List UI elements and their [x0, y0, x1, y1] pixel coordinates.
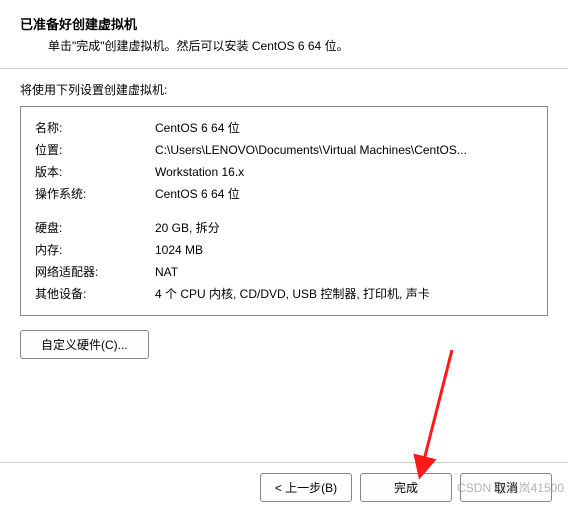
summary-row-other: 其他设备: 4 个 CPU 内核, CD/DVD, USB 控制器, 打印机, …	[35, 283, 533, 305]
summary-value: 20 GB, 拆分	[155, 217, 533, 239]
summary-value: Workstation 16.x	[155, 161, 533, 183]
summary-row-memory: 内存: 1024 MB	[35, 239, 533, 261]
summary-label: 名称:	[35, 117, 155, 139]
summary-value: NAT	[155, 261, 533, 283]
summary-row-name: 名称: CentOS 6 64 位	[35, 117, 533, 139]
wizard-footer: < 上一步(B) 完成 取消	[0, 462, 568, 512]
wizard-subtitle: 单击"完成"创建虚拟机。然后可以安装 CentOS 6 64 位。	[20, 33, 548, 54]
summary-row-network: 网络适配器: NAT	[35, 261, 533, 283]
summary-row-location: 位置: C:\Users\LENOVO\Documents\Virtual Ma…	[35, 139, 533, 161]
summary-value: C:\Users\LENOVO\Documents\Virtual Machin…	[155, 139, 533, 161]
summary-value: CentOS 6 64 位	[155, 183, 533, 205]
wizard-header: 已准备好创建虚拟机 单击"完成"创建虚拟机。然后可以安装 CentOS 6 64…	[0, 0, 568, 62]
summary-value: 1024 MB	[155, 239, 533, 261]
summary-label: 位置:	[35, 139, 155, 161]
settings-intro-label: 将使用下列设置创建虚拟机:	[0, 69, 568, 106]
summary-row-os: 操作系统: CentOS 6 64 位	[35, 183, 533, 205]
summary-row-version: 版本: Workstation 16.x	[35, 161, 533, 183]
customize-hardware-button[interactable]: 自定义硬件(C)...	[20, 330, 149, 359]
wizard-title: 已准备好创建虚拟机	[20, 14, 548, 33]
summary-label: 其他设备:	[35, 283, 155, 305]
summary-label: 网络适配器:	[35, 261, 155, 283]
finish-button[interactable]: 完成	[360, 473, 452, 502]
summary-row-disk: 硬盘: 20 GB, 拆分	[35, 217, 533, 239]
back-button[interactable]: < 上一步(B)	[260, 473, 352, 502]
cancel-button[interactable]: 取消	[460, 473, 552, 502]
summary-label: 操作系统:	[35, 183, 155, 205]
summary-value: CentOS 6 64 位	[155, 117, 533, 139]
summary-label: 硬盘:	[35, 217, 155, 239]
summary-value: 4 个 CPU 内核, CD/DVD, USB 控制器, 打印机, 声卡	[155, 283, 533, 305]
settings-summary-box: 名称: CentOS 6 64 位 位置: C:\Users\LENOVO\Do…	[20, 106, 548, 316]
summary-label: 版本:	[35, 161, 155, 183]
summary-label: 内存:	[35, 239, 155, 261]
